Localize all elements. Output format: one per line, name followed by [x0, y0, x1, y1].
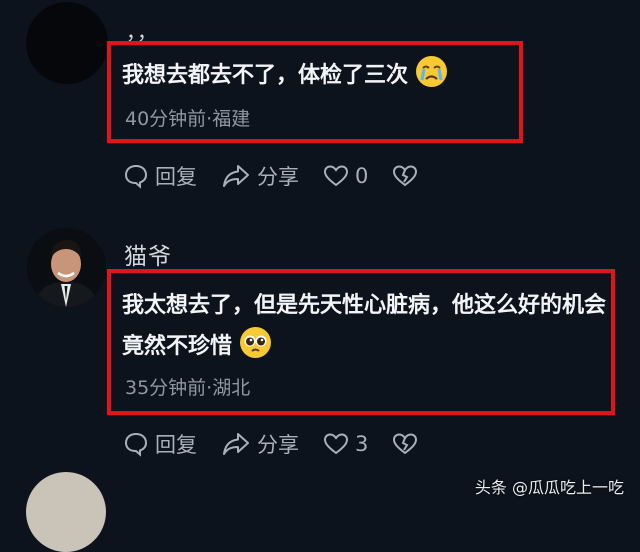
username[interactable]: 猫爷	[124, 237, 172, 271]
comment-meta: 40分钟前·福建	[125, 108, 251, 130]
reply-label: 回复	[155, 165, 197, 189]
heart-icon	[323, 433, 349, 455]
like-button[interactable]: 3	[323, 432, 368, 456]
reply-label: 回复	[155, 433, 197, 457]
reply-button[interactable]: 回复	[123, 429, 197, 459]
pleading-face-icon	[240, 327, 272, 358]
comment-text-body: 我想去都去不了，体检了三次	[122, 63, 409, 88]
heart-icon	[323, 165, 349, 187]
crying-face-icon	[416, 56, 448, 87]
like-button[interactable]: 0	[323, 164, 368, 188]
share-label: 分享	[257, 433, 299, 457]
avatar[interactable]	[27, 228, 106, 307]
broken-heart-icon	[393, 165, 418, 187]
comment-text: 我太想去了，但是先天性心脏病，他这么好的机会竟然不珍惜	[122, 285, 610, 367]
dislike-button[interactable]	[392, 432, 424, 456]
comment-meta: 35分钟前·湖北	[125, 377, 251, 399]
reply-icon	[124, 432, 148, 457]
watermark: 头条 @瓜瓜吃上一吃	[474, 478, 624, 497]
comment-text: 我想去都去不了，体检了三次	[122, 55, 448, 96]
broken-heart-icon	[393, 433, 418, 455]
dislike-button[interactable]	[392, 164, 424, 188]
comment-actions: 回复 分享 0	[123, 159, 448, 193]
avatar[interactable]	[26, 2, 108, 84]
share-label: 分享	[257, 165, 299, 189]
share-button[interactable]: 分享	[221, 161, 299, 191]
reply-button[interactable]: 回复	[123, 161, 197, 191]
share-icon	[223, 433, 249, 455]
share-button[interactable]: 分享	[221, 429, 299, 459]
like-count: 3	[355, 432, 369, 456]
like-count: 0	[355, 164, 369, 188]
share-icon	[223, 165, 249, 187]
comment-actions: 回复 分享 3	[123, 427, 448, 461]
reply-icon	[124, 164, 148, 189]
comment-text-body: 我太想去了，但是先天性心脏病，他这么好的机会竟然不珍惜	[122, 293, 607, 359]
avatar[interactable]	[26, 472, 106, 552]
